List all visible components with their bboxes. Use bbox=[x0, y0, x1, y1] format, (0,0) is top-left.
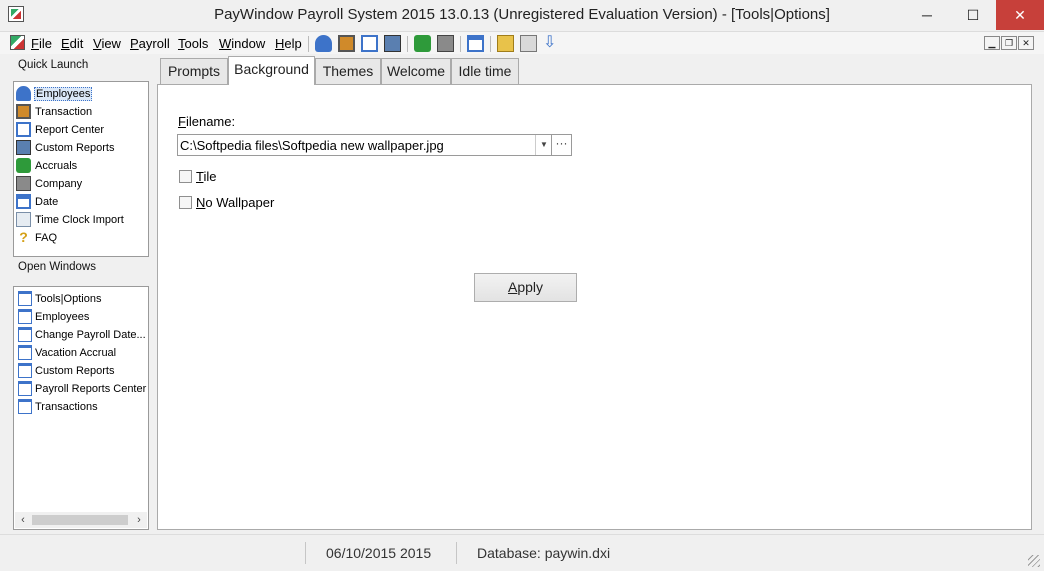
open-window-item[interactable]: Transactions bbox=[18, 398, 98, 415]
report-center-icon[interactable] bbox=[361, 35, 378, 52]
mdi-window-icon[interactable] bbox=[10, 35, 25, 50]
mdi-minimize-button[interactable]: ▁ bbox=[984, 36, 1000, 50]
transaction-icon[interactable] bbox=[338, 35, 355, 52]
quick-launch-date[interactable]: Date bbox=[16, 193, 59, 210]
window-doc-icon bbox=[18, 381, 32, 396]
date-icon[interactable] bbox=[467, 35, 484, 52]
menu-bar: File Edit View Payroll Tools Window Help… bbox=[0, 32, 1044, 54]
quick-launch-accruals[interactable]: Accruals bbox=[16, 157, 78, 174]
resize-grip-icon[interactable] bbox=[1028, 555, 1040, 567]
window-doc-icon bbox=[18, 399, 32, 414]
quick-launch-transaction[interactable]: Transaction bbox=[16, 103, 93, 120]
employees-icon bbox=[16, 86, 31, 101]
tile-label: Tile bbox=[196, 169, 217, 184]
open-window-item[interactable]: Custom Reports bbox=[18, 362, 114, 379]
mdi-close-button[interactable]: ✕ bbox=[1018, 36, 1034, 50]
date-icon bbox=[16, 194, 31, 209]
tab-background[interactable]: Background bbox=[228, 56, 315, 85]
background-tab-panel: Filename: C:\Softpedia files\Softpedia n… bbox=[157, 84, 1032, 530]
quick-launch-company[interactable]: Company bbox=[16, 175, 83, 192]
accruals-icon[interactable] bbox=[414, 35, 431, 52]
no-wallpaper-checkbox[interactable]: No Wallpaper bbox=[179, 195, 274, 210]
tab-themes[interactable]: Themes bbox=[315, 58, 381, 84]
open-windows-list: Tools|Options Employees Change Payroll D… bbox=[13, 286, 149, 530]
open-window-item[interactable]: Vacation Accrual bbox=[18, 344, 116, 361]
menu-tools[interactable]: Tools bbox=[178, 36, 208, 51]
open-window-item[interactable]: Tools|Options bbox=[18, 290, 101, 307]
tab-prompts[interactable]: Prompts bbox=[160, 58, 228, 84]
quick-launch-custom-reports[interactable]: Custom Reports bbox=[16, 139, 115, 156]
quick-launch-employees[interactable]: Employees bbox=[16, 85, 93, 102]
company-icon bbox=[16, 176, 31, 191]
browse-button[interactable]: ··· bbox=[551, 135, 571, 155]
menu-window[interactable]: Window bbox=[219, 36, 265, 51]
open-window-item[interactable]: Employees bbox=[18, 308, 89, 325]
quick-launch-heading: Quick Launch bbox=[18, 59, 89, 71]
open-folder-icon[interactable] bbox=[497, 35, 514, 52]
custom-reports-icon bbox=[16, 140, 31, 155]
filename-value: C:\Softpedia files\Softpedia new wallpap… bbox=[180, 138, 444, 153]
mdi-restore-button[interactable]: ❐ bbox=[1001, 36, 1017, 50]
menu-edit[interactable]: Edit bbox=[61, 36, 83, 51]
menu-view[interactable]: View bbox=[93, 36, 121, 51]
open-window-item[interactable]: Change Payroll Date... bbox=[18, 326, 146, 343]
report-center-icon bbox=[16, 122, 31, 137]
faq-icon: ? bbox=[19, 229, 28, 245]
title-bar: PayWindow Payroll System 2015 13.0.13 (U… bbox=[0, 0, 1044, 32]
accruals-icon bbox=[16, 158, 31, 173]
status-bar: 06/10/2015 2015 Database: paywin.dxi bbox=[0, 534, 1044, 571]
menu-file[interactable]: File bbox=[31, 36, 52, 51]
time-clock-icon bbox=[16, 212, 31, 227]
horizontal-scrollbar[interactable]: ‹ › bbox=[15, 512, 147, 528]
close-button[interactable]: ✕ bbox=[996, 0, 1044, 30]
tile-checkbox[interactable]: Tile bbox=[179, 169, 216, 184]
menu-help[interactable]: Help bbox=[275, 36, 302, 51]
window-title: PayWindow Payroll System 2015 13.0.13 (U… bbox=[214, 6, 830, 23]
quick-launch-report-center[interactable]: Report Center bbox=[16, 121, 105, 138]
open-window-item[interactable]: Payroll Reports Center bbox=[18, 380, 146, 397]
maximize-button[interactable]: ☐ bbox=[950, 0, 996, 30]
chevron-down-icon[interactable]: ▼ bbox=[535, 135, 552, 155]
employees-icon[interactable] bbox=[315, 35, 332, 52]
quick-launch-list: Employees Transaction Report Center Cust… bbox=[13, 81, 149, 257]
scroll-right-icon[interactable]: › bbox=[131, 512, 147, 528]
menu-payroll[interactable]: Payroll bbox=[130, 36, 170, 51]
tab-idle-time[interactable]: Idle time bbox=[451, 58, 519, 84]
filename-label: Filename: bbox=[178, 114, 236, 129]
window-doc-icon bbox=[18, 309, 32, 324]
download-arrow-icon[interactable]: ⇩ bbox=[543, 35, 556, 52]
quick-launch-time-clock-import[interactable]: Time Clock Import bbox=[16, 211, 125, 228]
apply-button[interactable]: Apply bbox=[474, 273, 577, 302]
tile-checkbox-box[interactable] bbox=[179, 170, 192, 183]
left-panel: Quick Launch Employees Transaction Repor… bbox=[8, 55, 154, 535]
status-date: 06/10/2015 2015 bbox=[305, 542, 456, 564]
no-wallpaper-checkbox-box[interactable] bbox=[179, 196, 192, 209]
tab-welcome[interactable]: Welcome bbox=[381, 58, 451, 84]
transaction-icon bbox=[16, 104, 31, 119]
no-wallpaper-label: No Wallpaper bbox=[196, 195, 275, 210]
window-doc-icon bbox=[18, 327, 32, 342]
scroll-left-icon[interactable]: ‹ bbox=[15, 512, 31, 528]
custom-reports-icon[interactable] bbox=[384, 35, 401, 52]
quick-launch-faq[interactable]: ? FAQ bbox=[16, 229, 58, 246]
folder-search-icon[interactable] bbox=[520, 35, 537, 52]
minimize-button[interactable]: ─ bbox=[904, 0, 950, 30]
scroll-thumb[interactable] bbox=[32, 515, 128, 525]
window-doc-icon bbox=[18, 345, 32, 360]
window-doc-icon bbox=[18, 363, 32, 378]
open-windows-heading: Open Windows bbox=[18, 261, 96, 273]
filename-combobox[interactable]: C:\Softpedia files\Softpedia new wallpap… bbox=[177, 134, 572, 156]
window-doc-icon bbox=[18, 291, 32, 306]
status-database: Database: paywin.dxi bbox=[456, 542, 677, 564]
company-icon[interactable] bbox=[437, 35, 454, 52]
